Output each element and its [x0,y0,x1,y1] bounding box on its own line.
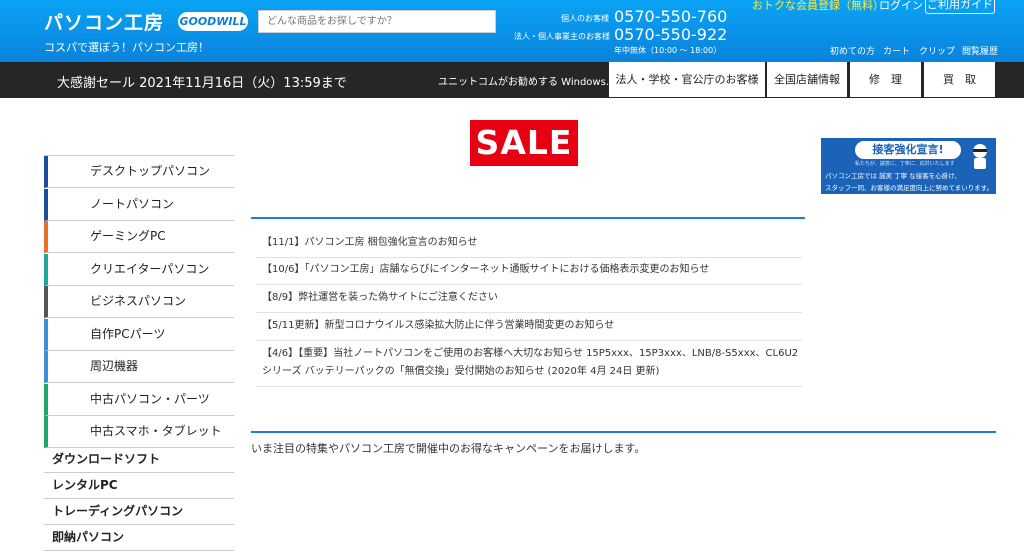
news-item[interactable]: 【5/11更新】新型コロナウイルス感染拡大防止に伴う営業時間変更のお知らせ [256,312,802,341]
mascot-icon [973,144,987,169]
goodwill-badge[interactable]: GOODWILL [178,12,248,31]
news-item[interactable]: 【10/6】「パソコン工房」店舗ならびにインターネット通販サイトにおける価格表示… [256,256,802,285]
personal-phone-label: 個人のお客様 [561,14,609,23]
sidebar-item-business[interactable]: ビジネスパソコン [44,286,234,318]
link-clip[interactable]: クリップ [919,44,955,57]
search-input[interactable] [258,10,496,33]
site-header: パソコン工房 GOODWILL コスパで選ぼう！パソコン工房！ 個人のお客様 0… [0,0,1024,62]
customer-service-banner[interactable]: 接客強化宣言! 私たちが、誠意に、丁寧に、応対いたします パソコン工房では 誠実… [821,138,996,194]
business-hours: 年中無休（10:00 ～ 18:00） [614,46,722,55]
sidebar-item-parts[interactable]: 自作PCパーツ [44,318,234,351]
link-history[interactable]: 閲覧履歴 [962,44,998,57]
link-first-time[interactable]: 初めての方 [830,44,875,57]
sidebar-item-download-software[interactable]: ダウンロードソフト [44,447,234,473]
sidebar-item-peripherals[interactable]: 周辺機器 [44,351,234,383]
sidebar-item-gaming[interactable]: ゲーミングPC [44,221,234,253]
site-tagline: コスパで選ぼう！パソコン工房！ [44,41,209,54]
news-item[interactable]: 【4/6】【重要】当社ノートパソコンをご使用のお客様へ大切なお知らせ 15P5x… [256,340,802,387]
sidebar-item-desktop[interactable]: デスクトップパソコン [44,156,234,188]
promo-line-2: スタッフ一同、お客様の満足度向上に努めてまいります。 [825,184,994,192]
nav-corporate-button[interactable]: 法人・学校・官公庁のお客様 [609,62,765,97]
sidebar-item-rental-pc[interactable]: レンタルPC [44,473,234,499]
sidebar-item-used-pc[interactable]: 中古パソコン・パーツ [44,383,234,416]
nav-purchase-button[interactable]: 買 取 [924,62,995,97]
featured-divider [251,431,996,433]
link-cart[interactable]: カート [883,44,910,57]
site-logo[interactable]: パソコン工房 [44,8,164,35]
sidebar-item-notebook[interactable]: ノートパソコン [44,188,234,221]
sidebar-item-trading-pc[interactable]: トレーディングパソコン [44,499,234,525]
news-item[interactable]: 【11/1】パソコン工房 梱包強化宣言のお知らせ [256,229,802,258]
sidebar-item-creator[interactable]: クリエイターパソコン [44,253,234,286]
news-item[interactable]: 【8/9】弊社運営を装った偽サイトにご注意ください [256,284,802,313]
windows-recommend-text: ユニットコムがお勧めする Windows. [438,77,609,88]
member-registration-link[interactable]: おトクな会員登録（無料） [752,0,884,13]
promo-line-1: パソコン工房では 誠実 丁寧 な接客を心掛け、 [825,172,961,180]
business-phone-number: 0570-550-922 [614,25,728,44]
nav-repair-button[interactable]: 修 理 [850,62,921,97]
usage-guide-button[interactable]: ご利用ガイド [925,0,995,14]
promo-title: 接客強化宣言! [855,141,961,159]
sidebar-item-used-smartphone[interactable]: 中古スマホ・タブレット [44,416,234,448]
news-divider [251,217,805,219]
promo-subtitle: 私たちが、誠意に、丁寧に、応対いたします [855,161,955,167]
business-phone-label: 法人・個人事業主のお客様 [514,32,610,41]
sale-deadline-text[interactable]: 大感謝セール 2021年11月16日（火）13:59まで [57,72,347,91]
login-link[interactable]: ログイン [879,0,923,13]
personal-phone-number: 0570-550-760 [614,7,728,26]
featured-description: いま注目の特集やパソコン工房で開催中のお得なキャンペーンをお届けします。 [251,442,646,455]
sidebar-item-instant-pc[interactable]: 即納パソコン [44,525,234,551]
nav-bar: 大感謝セール 2021年11月16日（火）13:59まで ユニットコムがお勧めす… [0,62,1024,98]
sale-banner[interactable]: SALE [470,120,578,166]
nav-stores-button[interactable]: 全国店舗情報 [767,62,847,97]
